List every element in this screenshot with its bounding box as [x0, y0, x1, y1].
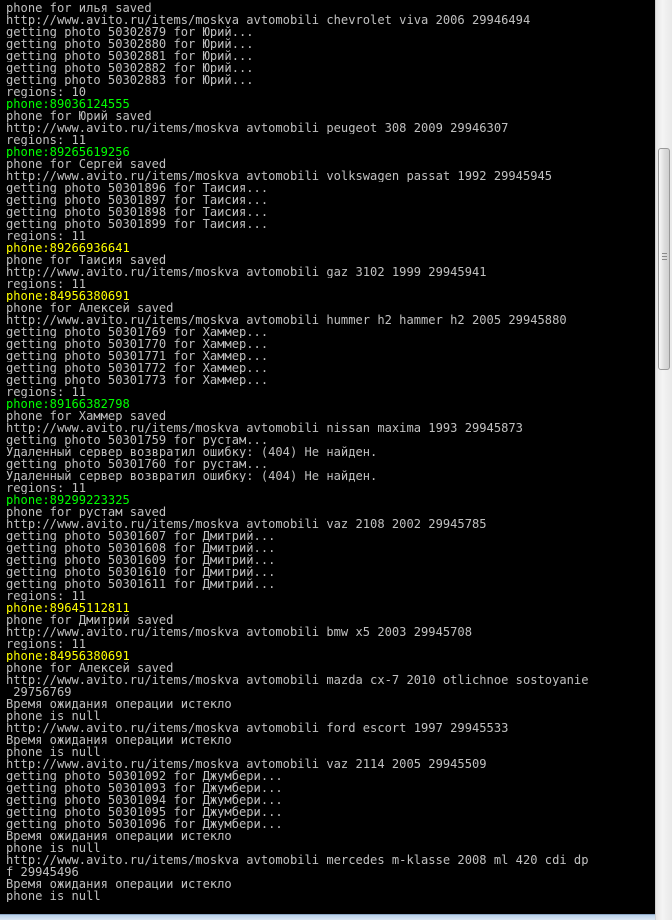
console-line: getting photo 50301609 for Дмитрий...: [6, 554, 276, 566]
console-line: Время ожидания операции истекло: [6, 698, 232, 710]
console-line: getting photo 50301899 for Таисия...: [6, 218, 269, 230]
console-line: http://www.avito.ru/items/moskva_avtomob…: [6, 14, 531, 26]
console-line: http://www.avito.ru/items/moskva_avtomob…: [6, 170, 553, 182]
console-line: Удаленный сервер возвратил ошибку: (404)…: [6, 470, 378, 482]
console-line: getting photo 50301607 for Дмитрий...: [6, 530, 276, 542]
console-line: _29756769: [6, 686, 72, 698]
console-line: getting photo 50301898 for Таисия...: [6, 206, 269, 218]
console-line: getting photo 50301092 for Джумбери...: [6, 770, 283, 782]
console-line: regions: 11: [6, 482, 87, 494]
phone-number-line: phone:89299223325: [6, 494, 130, 506]
phone-number-line: phone:84956380691: [6, 290, 130, 302]
console-line: http://www.avito.ru/items/moskva_avtomob…: [6, 674, 589, 686]
console-line: http://www.avito.ru/items/moskva_avtomob…: [6, 422, 523, 434]
console-line: phone for рустам saved: [6, 506, 167, 518]
console-line: phone for Сергей saved: [6, 158, 167, 170]
console-line: getting photo 50301760 for рустам...: [6, 458, 269, 470]
console-line: getting photo 50301610 for Дмитрий...: [6, 566, 276, 578]
console-line: getting photo 50301772 for Хаммер...: [6, 362, 269, 374]
console-line: getting photo 50302879 for Юрий...: [6, 26, 254, 38]
console-line: phone for Хаммер saved: [6, 410, 167, 422]
console-line: getting photo 50301608 for Дмитрий...: [6, 542, 276, 554]
console-line: getting photo 50301094 for Джумбери...: [6, 794, 283, 806]
console-line: http://www.avito.ru/items/moskva_avtomob…: [6, 314, 567, 326]
console-line: phone for Таисия saved: [6, 254, 167, 266]
scrollbar-thumb[interactable]: [658, 148, 670, 370]
console-line: phone is null: [6, 710, 101, 722]
console-line: Удаленный сервер возвратил ошибку: (404)…: [6, 446, 378, 458]
console-line: getting photo 50301896 for Таисия...: [6, 182, 269, 194]
console-line: f_29945496: [6, 866, 79, 878]
console-line: getting photo 50301611 for Дмитрий...: [6, 578, 276, 590]
console-line: regions: 11: [6, 230, 87, 242]
console-line: getting photo 50301759 for рустам...: [6, 434, 269, 446]
console-line: http://www.avito.ru/items/moskva_avtomob…: [6, 266, 487, 278]
console-line: regions: 11: [6, 278, 87, 290]
console-line: regions: 10: [6, 86, 87, 98]
console-line: http://www.avito.ru/items/moskva_avtomob…: [6, 518, 487, 530]
console-line: phone for Алексей saved: [6, 662, 174, 674]
phone-number-line: phone:89265619256: [6, 146, 130, 158]
console-line: getting photo 50302880 for Юрий...: [6, 38, 254, 50]
console-line: getting photo 50302882 for Юрий...: [6, 62, 254, 74]
console-output: phone for илья saved http://www.avito.ru/…: [6, 2, 648, 914]
phone-number-line: phone:89266936641: [6, 242, 130, 254]
console-line: getting photo 50302881 for Юрий...: [6, 50, 254, 62]
phone-number-line: phone:84956380691: [6, 650, 130, 662]
vertical-scrollbar[interactable]: [655, 0, 672, 920]
console-line: getting photo 50301096 for Джумбери...: [6, 818, 283, 830]
console-line: getting photo 50301770 for Хаммер...: [6, 338, 269, 350]
console-line: Время ожидания операции истекло: [6, 734, 232, 746]
console-line: Время ожидания операции истекло: [6, 830, 232, 842]
console-line: phone for Дмитрий saved: [6, 614, 174, 626]
console-line: getting photo 50301773 for Хаммер...: [6, 374, 269, 386]
console-line: phone is null: [6, 890, 101, 902]
console-line: getting photo 50302883 for Юрий...: [6, 74, 254, 86]
console-line: getting photo 50301897 for Таисия...: [6, 194, 269, 206]
console-line: http://www.avito.ru/items/moskva_avtomob…: [6, 758, 487, 770]
console-line: http://www.avito.ru/items/moskva_avtomob…: [6, 722, 509, 734]
phone-number-line: phone:89036124555: [6, 98, 130, 110]
console-line: Время ожидания операции истекло: [6, 878, 232, 890]
console-line: regions: 11: [6, 386, 87, 398]
grip-line-icon: [662, 259, 667, 260]
console-line: http://www.avito.ru/items/moskva_avtomob…: [6, 122, 509, 134]
console-line: getting photo 50301771 for Хаммер...: [6, 350, 269, 362]
window-bottom-border: [0, 914, 655, 920]
console-line: phone for Алексей saved: [6, 302, 174, 314]
console-line: phone for Юрий saved: [6, 110, 152, 122]
grip-line-icon: [662, 253, 667, 254]
console-line: getting photo 50301095 for Джумбери...: [6, 806, 283, 818]
console-line: phone is null: [6, 842, 101, 854]
console-line: http://www.avito.ru/items/moskva_avtomob…: [6, 626, 472, 638]
console-line: getting photo 50301093 for Джумбери...: [6, 782, 283, 794]
console-line: phone is null: [6, 746, 101, 758]
console-line: http://www.avito.ru/items/moskva_avtomob…: [6, 854, 589, 866]
phone-number-line: phone:89166382798: [6, 398, 130, 410]
console-line: regions: 11: [6, 590, 87, 602]
grip-line-icon: [662, 256, 667, 257]
phone-number-line: phone:89645112811: [6, 602, 130, 614]
console-line: regions: 11: [6, 638, 87, 650]
console-line: getting photo 50301769 for Хаммер...: [6, 326, 269, 338]
console-window: phone for илья saved http://www.avito.ru/…: [0, 0, 672, 920]
console-line: regions: 11: [6, 134, 87, 146]
console-line: phone for илья saved: [6, 2, 152, 14]
